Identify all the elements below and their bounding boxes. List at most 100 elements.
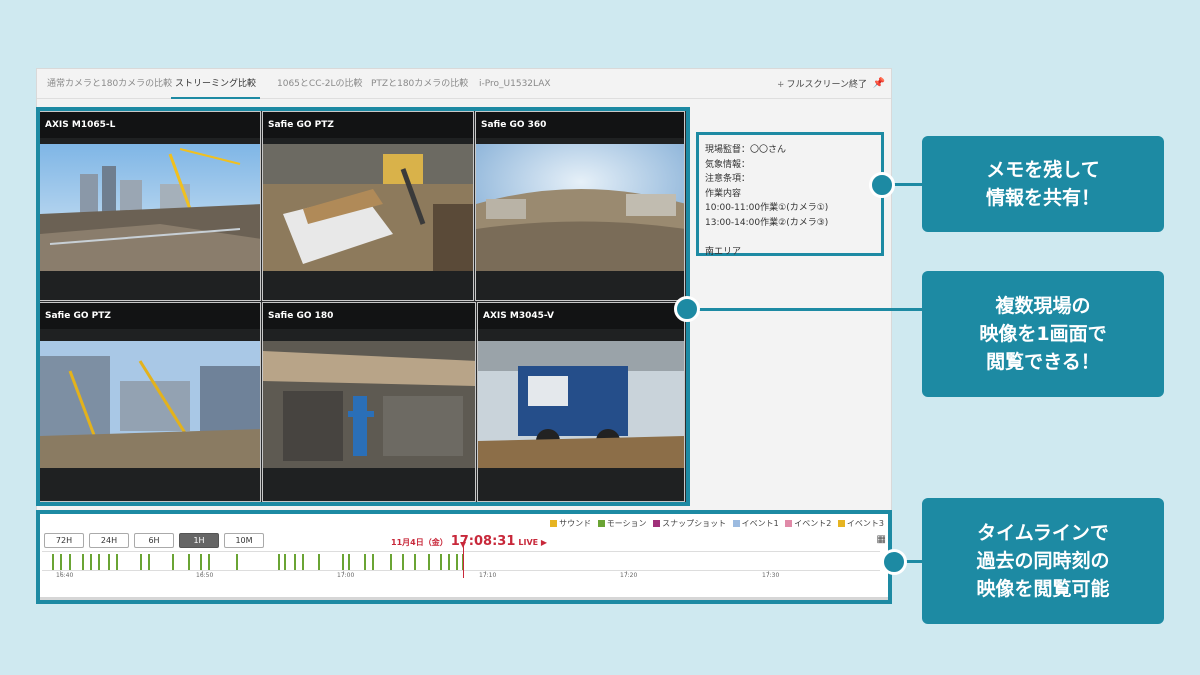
legend-item: イベント1 (732, 518, 779, 529)
motion-event-marker (402, 554, 404, 570)
timeline-track[interactable] (42, 551, 880, 571)
camera-tile[interactable]: Safie GO PTZ (262, 111, 474, 301)
range-6h-button[interactable]: 6H (134, 533, 174, 548)
motion-event-marker (414, 554, 416, 570)
motion-event-marker (90, 554, 92, 570)
camera-name: Safie GO 360 (476, 112, 684, 138)
camera-tile[interactable]: AXIS M3045-V (477, 302, 685, 502)
motion-event-marker (448, 554, 450, 570)
current-date: 11月4日（金） (391, 538, 448, 547)
timeline-scrollbar[interactable] (38, 597, 890, 603)
legend-item: イベント3 (837, 518, 884, 529)
motion-event-marker (318, 554, 320, 570)
connector-dot (674, 296, 700, 322)
camera-feed (40, 144, 260, 271)
camera-feed (476, 144, 684, 271)
motion-event-marker (69, 554, 71, 570)
tick-label: 17:10 (479, 572, 497, 579)
tick-label: 17:30 (762, 572, 780, 579)
motion-event-marker (188, 554, 190, 570)
memo-line: 注意条項： (705, 174, 751, 184)
camera-feed (263, 144, 473, 271)
pin-icon[interactable]: 📌 (873, 69, 885, 99)
range-24h-button[interactable]: 24H (89, 533, 129, 548)
motion-event-marker (140, 554, 142, 570)
memo-line: 気象情報： (705, 159, 751, 170)
connector-line (690, 308, 924, 311)
legend-item: イベント2 (785, 518, 831, 529)
motion-event-marker (294, 554, 296, 570)
range-10m-button[interactable]: 10M (224, 533, 264, 548)
motion-event-marker (456, 554, 458, 570)
camera-tile[interactable]: Safie GO 360 (475, 111, 685, 301)
timeline-legend: サウンド モーション スナップショット イベント1 イベント2 イベント3 (546, 518, 884, 529)
camera-name: Safie GO 180 (263, 303, 475, 329)
memo-line: 13:00-14:00作業②(カメラ③) (705, 217, 829, 228)
legend-item: スナップショット (653, 518, 726, 529)
motion-event-marker (364, 554, 366, 570)
motion-event-marker (236, 554, 238, 570)
camera-name: Safie GO PTZ (40, 303, 260, 329)
calendar-icon[interactable]: ▦ (877, 534, 886, 545)
motion-event-marker (284, 554, 286, 570)
motion-event-marker (348, 554, 350, 570)
tick-label: 17:20 (620, 572, 638, 579)
motion-event-marker (208, 554, 210, 570)
tab-ipro[interactable]: i-Pro_U1532LAX (479, 69, 551, 99)
camera-tile[interactable]: Safie GO PTZ (39, 302, 261, 502)
tick-label: 16:40 (56, 572, 74, 579)
exit-fullscreen-button[interactable]: ⧾ フルスクリーン終了 (778, 69, 867, 99)
motion-event-marker (60, 554, 62, 570)
motion-event-marker (372, 554, 374, 570)
camera-feed (263, 341, 475, 468)
camera-tile[interactable]: Safie GO 180 (262, 302, 476, 502)
tick-label: 16:50 (196, 572, 214, 579)
motion-event-marker (390, 554, 392, 570)
memo-line: 南エリア (705, 246, 742, 257)
motion-event-marker (342, 554, 344, 570)
memo-line: 10:00-11:00作業①(カメラ①) (705, 203, 829, 213)
camera-feed (478, 341, 684, 468)
motion-event-marker (428, 554, 430, 570)
tick-label: 17:00 (337, 572, 355, 579)
exit-fullscreen-label: フルスクリーン終了 (786, 80, 867, 90)
camera-name: AXIS M3045-V (478, 303, 684, 329)
tab-ptz-vs-180[interactable]: PTZと180カメラの比較 (371, 69, 468, 99)
motion-event-marker (278, 554, 280, 570)
range-72h-button[interactable]: 72H (44, 533, 84, 548)
camera-feed (40, 341, 260, 468)
camera-name: AXIS M1065-L (40, 112, 260, 138)
motion-event-marker (200, 554, 202, 570)
legend-item: サウンド (550, 518, 591, 529)
memo-line: 現場監督：〇〇さん (705, 145, 787, 155)
camera-tile[interactable]: AXIS M1065-L (39, 111, 261, 301)
motion-event-marker (52, 554, 54, 570)
callout-multi-site: 複数現場の 映像を1画面で 閲覧できる！ (922, 271, 1164, 397)
memo-line: 作業内容 (705, 188, 742, 199)
range-1h-button[interactable]: 1H (179, 533, 219, 548)
camera-name: Safie GO PTZ (263, 112, 473, 138)
timeline-cursor[interactable] (460, 542, 466, 578)
exit-fullscreen-icon: ⧾ (777, 77, 784, 90)
timeline-panel: サウンド モーション スナップショット イベント1 イベント2 イベント3 72… (38, 514, 890, 603)
camera-grid: AXIS M1065-L Safie GO PTZ Safie GO 360 S… (38, 110, 686, 503)
motion-event-marker (302, 554, 304, 570)
motion-event-marker (440, 554, 442, 570)
tab-1065-vs-cc2l[interactable]: 1065とCC-2Lの比較 (277, 69, 362, 99)
motion-event-marker (82, 554, 84, 570)
callout-memo: メモを残して 情報を共有！ (922, 136, 1164, 232)
tab-bar: 通常カメラと180カメラの比較 ストリーミング比較 1065とCC-2Lの比較 … (37, 69, 891, 99)
memo-panel[interactable]: 現場監督：〇〇さん 気象情報： 注意条項： 作業内容 10:00-11:00作業… (696, 132, 884, 257)
motion-event-marker (172, 554, 174, 570)
motion-event-marker (98, 554, 100, 570)
callout-timeline: タイムラインで 過去の同時刻の 映像を閲覧可能 (922, 498, 1164, 624)
connector-dot (869, 172, 895, 198)
motion-event-marker (148, 554, 150, 570)
tab-normal-vs-180[interactable]: 通常カメラと180カメラの比較 (47, 69, 172, 99)
current-time: 11月4日（金） 17:08:31 LIVE ▶ (391, 530, 547, 549)
live-button[interactable]: LIVE ▶ (518, 538, 547, 547)
tab-streaming-compare[interactable]: ストリーミング比較 (171, 69, 261, 99)
motion-event-marker (116, 554, 118, 570)
memo-line (705, 230, 875, 245)
connector-dot (881, 549, 907, 575)
